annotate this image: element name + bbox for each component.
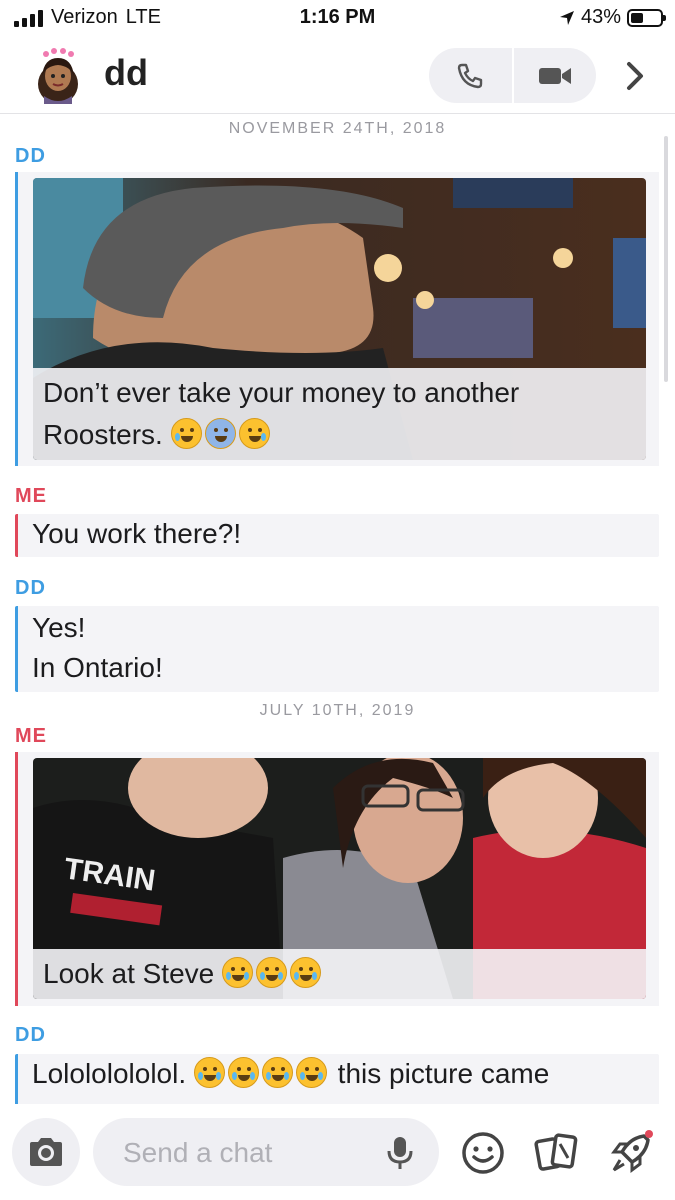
tears-of-joy-face-emoji bbox=[295, 1057, 327, 1088]
date-separator: NOVEMBER 24TH, 2018 bbox=[228, 120, 447, 137]
photo-caption: Look at Steve bbox=[33, 949, 646, 999]
sender-label: DD bbox=[15, 1024, 46, 1046]
sender-label: DD bbox=[15, 577, 46, 599]
snap-photo[interactable]: Don’t ever take your money to another Ro… bbox=[33, 178, 646, 460]
chat-header: dd bbox=[0, 40, 675, 114]
location-arrow-icon bbox=[559, 10, 574, 25]
sender-label: ME bbox=[15, 725, 47, 747]
sender-label: DD bbox=[15, 145, 46, 167]
loudly-crying-face-emoji bbox=[256, 957, 288, 988]
message-text-start: Lolololololol. bbox=[32, 1058, 187, 1089]
battery-icon bbox=[627, 8, 666, 27]
video-call-button[interactable] bbox=[514, 48, 597, 103]
caption-text: Don’t ever take your money to another Ro… bbox=[43, 377, 520, 450]
chat-input-container bbox=[93, 1118, 439, 1188]
loudly-crying-face-emoji bbox=[222, 957, 254, 988]
next-button[interactable] bbox=[615, 54, 655, 98]
scrollbar[interactable] bbox=[664, 136, 668, 382]
chevron-right-icon bbox=[627, 62, 643, 90]
message-line: Yes! bbox=[32, 612, 86, 643]
phone-icon bbox=[458, 63, 483, 88]
chat-history[interactable]: NOVEMBER 24TH, 2018 DD Don’t ever take y… bbox=[0, 114, 675, 1104]
screaming-face-emoji bbox=[204, 418, 236, 449]
message-text: Lolololololol. this picture came bbox=[18, 1054, 659, 1098]
call-buttons bbox=[429, 48, 596, 103]
composer-bar bbox=[0, 1104, 675, 1200]
battery-percent: 43% bbox=[580, 6, 621, 28]
text-message[interactable]: Lolololololol. this picture came bbox=[15, 1054, 659, 1104]
sender-label: ME bbox=[15, 485, 47, 507]
message-text: You work there?! bbox=[32, 518, 242, 549]
camera-button[interactable] bbox=[12, 1118, 80, 1186]
text-message[interactable]: You work there?! bbox=[15, 514, 659, 557]
camera-icon bbox=[30, 1138, 62, 1166]
tears-of-joy-face-emoji bbox=[193, 1057, 225, 1088]
battery-info: 43% bbox=[559, 6, 666, 29]
rocket-icon[interactable] bbox=[608, 1130, 654, 1176]
snap-photo[interactable]: TRAIN Look at Steve bbox=[33, 758, 646, 999]
tears-of-joy-face-emoji bbox=[261, 1057, 293, 1088]
video-icon bbox=[538, 67, 571, 84]
weary-face-emoji bbox=[170, 418, 202, 449]
crying-face-emoji bbox=[238, 418, 270, 449]
microphone-icon[interactable] bbox=[385, 1136, 415, 1170]
smiley-icon[interactable] bbox=[460, 1130, 506, 1176]
contact-name[interactable]: dd bbox=[104, 52, 148, 94]
voice-call-button[interactable] bbox=[429, 48, 512, 103]
battery-level bbox=[631, 12, 643, 23]
photo-caption: Don’t ever take your money to another Ro… bbox=[33, 368, 646, 460]
chat-input[interactable] bbox=[121, 1118, 375, 1188]
photo-message[interactable]: Don’t ever take your money to another Ro… bbox=[15, 172, 659, 466]
message-text-end: this picture came bbox=[337, 1058, 550, 1089]
cards-icon[interactable] bbox=[534, 1130, 580, 1176]
date-separator: JULY 10TH, 2019 bbox=[259, 702, 416, 719]
status-bar: Verizon LTE 1:16 PM 43% bbox=[0, 0, 675, 40]
tears-of-joy-face-emoji bbox=[227, 1057, 259, 1088]
text-message[interactable]: Yes! In Ontario! bbox=[15, 606, 659, 692]
caption-text: Look at Steve bbox=[43, 958, 215, 989]
message-text: Yes! In Ontario! bbox=[18, 606, 659, 692]
photo-message[interactable]: TRAIN Look at Steve bbox=[15, 752, 659, 1006]
bitmoji-avatar[interactable] bbox=[30, 46, 86, 104]
message-line: In Ontario! bbox=[32, 652, 163, 683]
loudly-crying-face-emoji bbox=[290, 957, 322, 988]
